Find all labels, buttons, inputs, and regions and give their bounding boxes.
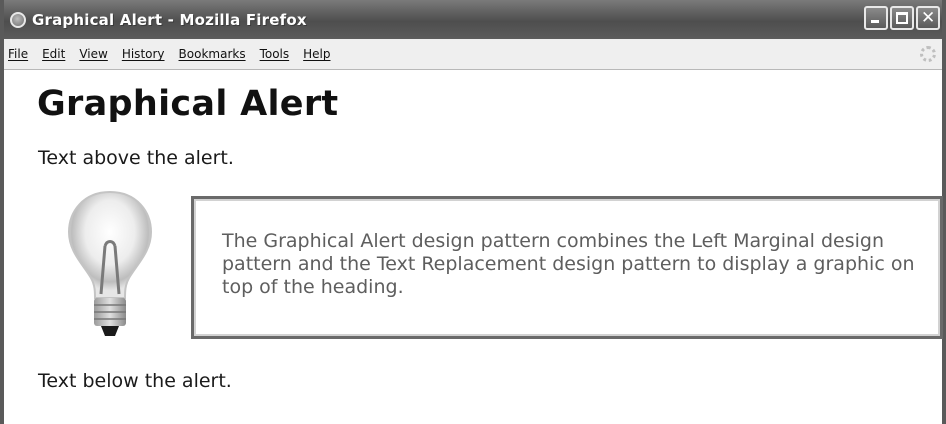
text-above-alert: Text above the alert. [38,147,234,169]
close-button[interactable]: ✕ [916,6,940,30]
menu-help[interactable]: Help [303,47,330,61]
minimize-icon [871,20,879,23]
maximize-button[interactable] [890,6,914,30]
text-below-alert: Text below the alert. [38,370,232,392]
menu-bar: File Edit View History Bookmarks Tools H… [4,39,942,70]
browser-window: Graphical Alert - Mozilla Firefox ✕ File… [0,0,946,424]
page-content: Graphical Alert Text above the alert. Th… [4,70,943,424]
close-icon: ✕ [921,8,936,28]
menu-view[interactable]: View [79,47,107,61]
window-controls: ✕ [864,6,940,30]
menu-history[interactable]: History [122,47,165,61]
menu-tools[interactable]: Tools [260,47,290,61]
page-title: Graphical Alert [37,84,339,124]
alert-box: The Graphical Alert design pattern combi… [191,196,943,339]
menu-bookmarks[interactable]: Bookmarks [179,47,246,61]
maximize-icon [896,12,908,24]
menu-edit[interactable]: Edit [42,47,65,61]
menu-file[interactable]: File [8,47,28,61]
throbber-icon [920,46,936,62]
firefox-icon[interactable] [10,11,26,28]
title-bar[interactable]: Graphical Alert - Mozilla Firefox ✕ [4,0,942,39]
minimize-button[interactable] [864,6,888,30]
window-title: Graphical Alert - Mozilla Firefox [32,10,307,29]
alert-text: The Graphical Alert design pattern combi… [222,230,915,298]
lightbulb-icon [67,190,153,336]
